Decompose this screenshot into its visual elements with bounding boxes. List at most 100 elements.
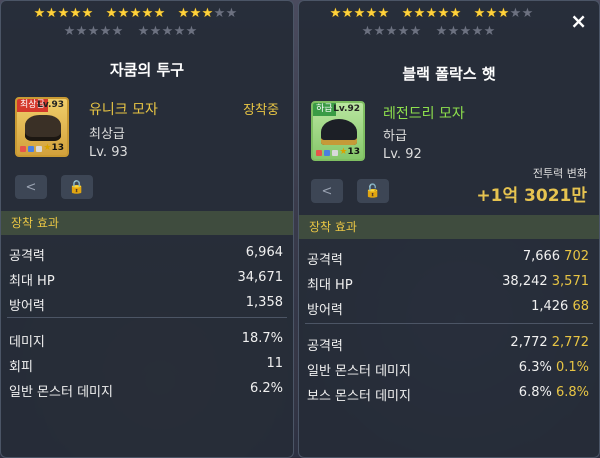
unlock-button[interactable]: 🔓: [357, 179, 389, 203]
star-row-bottom: ★ ★ ★ ★ ★ ★ ★ ★ ★ ★: [63, 24, 198, 39]
star-count-value: 13: [347, 147, 360, 157]
stat-name: 일반 몬스터 데미지: [307, 364, 411, 379]
stat-name: 최대 HP: [9, 274, 55, 289]
star-icon: ★: [401, 6, 414, 21]
star-icon: ★: [129, 6, 142, 21]
stat-name: 방어력: [9, 299, 45, 314]
combat-power-change: +1억 3021만: [476, 186, 587, 206]
unlock-icon: 🔓: [364, 183, 382, 199]
stat-name: 일반 몬스터 데미지: [9, 385, 113, 400]
item-rarity-name: 유니크 모자: [89, 102, 158, 118]
stat-row: 일반 몬스터 데미지 6.2%: [9, 381, 283, 403]
lock-icon: 🔒: [68, 179, 86, 195]
star-icon: ★: [111, 24, 124, 39]
stat-diff: 2,772: [547, 335, 589, 350]
item-icon-frame: 최상급 Lv.93 ★13: [15, 97, 69, 157]
stat-row: 최대 HP 38,242 3,571: [307, 274, 589, 296]
star-icon: ★: [485, 6, 498, 21]
stat-value: 7,666 702: [523, 249, 589, 264]
star-icon: ★: [365, 6, 378, 21]
stat-row: 방어력 1,358: [9, 295, 283, 317]
star-icon: ★: [117, 6, 130, 21]
star-icon: ★: [137, 24, 150, 39]
star-icon: ★: [483, 24, 496, 39]
star-icon: ★: [185, 24, 198, 39]
star-icon: ★: [149, 24, 162, 39]
share-icon: <: [25, 179, 37, 195]
star-gap: [123, 25, 137, 39]
stat-row: 최대 HP 34,671: [9, 270, 283, 292]
share-button[interactable]: <: [311, 179, 343, 203]
item-grade: 하급: [383, 129, 407, 144]
helmet-icon: [25, 115, 61, 141]
red-dot: [20, 146, 26, 152]
star-icon: ★: [81, 6, 94, 21]
star-icon: ★: [473, 6, 486, 21]
star-icon: ★: [161, 24, 174, 39]
share-button[interactable]: <: [15, 175, 47, 199]
equipped-status: 장착중: [243, 103, 279, 118]
star-icon: ★: [353, 6, 366, 21]
star-icon: ★: [425, 6, 438, 21]
item-rarity-name: 레전드리 모자: [383, 106, 465, 122]
stat-row: 공격력 2,772 2,772: [307, 335, 589, 357]
stat-row: 공격력 7,666 702: [307, 249, 589, 271]
star-row-bottom: ★ ★ ★ ★ ★ ★ ★ ★ ★ ★: [361, 24, 496, 39]
star-icon: ★: [57, 6, 70, 21]
star-icon: ★: [521, 6, 534, 21]
stat-total: 11: [266, 356, 283, 371]
hat-icon: [321, 119, 357, 145]
star-gap: [421, 25, 435, 39]
star-icon: ★: [397, 24, 410, 39]
item-level: Lv. 93: [89, 145, 128, 160]
stat-diff: 6.8%: [551, 385, 589, 400]
star-force-rating: ★ ★ ★ ★ ★ ★ ★ ★ ★ ★ ★ ★ ★ ★ ★ ★ ★ ★ ★ ★ ★ ★ ★ ★ ★: [1, 7, 293, 43]
stat-row: 보스 몬스터 데미지 6.8% 6.8%: [307, 385, 589, 407]
stat-value: 2,772 2,772: [510, 335, 589, 350]
star-icon: ★: [385, 24, 398, 39]
blue-dot: [324, 150, 330, 156]
stat-value: 6.8% 6.8%: [519, 385, 589, 400]
star-icon: ★: [213, 6, 226, 21]
item-dots: [316, 150, 338, 156]
stat-diff: 702: [560, 249, 589, 264]
star-icon: ★: [173, 24, 186, 39]
combat-power-label: 전투력 변화: [532, 167, 587, 180]
stat-total: 1,358: [245, 295, 283, 310]
item-title: 블랙 폴락스 햇: [402, 65, 496, 83]
star-count-value: 13: [51, 143, 64, 153]
star-icon: ★: [75, 24, 88, 39]
lock-button[interactable]: 🔒: [61, 175, 93, 199]
star-icon: ★: [177, 6, 190, 21]
stat-diff: 3,571: [547, 274, 589, 289]
star-row-top: ★ ★ ★ ★ ★ ★ ★ ★ ★ ★ ★ ★ ★ ★ ★: [33, 6, 238, 21]
star-icon: ★: [201, 6, 214, 21]
star-count: ★13: [43, 143, 64, 153]
star-icon: ★: [341, 6, 354, 21]
star-icon: ★: [141, 6, 154, 21]
equipped-item-tooltip: ★ ★ ★ ★ ★ ★ ★ ★ ★ ★ ★ ★ ★ ★ ★ ★ ★ ★ ★ ★ ★ ★ ★ ★ ★ 자쿰의 투구 최상급 Lv…: [0, 0, 294, 458]
white-dot: [332, 150, 338, 156]
stat-name: 보스 몬스터 데미지: [307, 389, 411, 404]
star-icon: ★: [87, 24, 100, 39]
item-dots: [20, 146, 42, 152]
stat-value: 6,964: [246, 245, 283, 260]
star-icon: ★: [329, 6, 342, 21]
star-gap: [165, 7, 177, 21]
stat-row: 일반 몬스터 데미지 6.3% 0.1%: [307, 360, 589, 382]
stat-row: 공격력 6,964: [9, 245, 283, 267]
close-button[interactable]: ×: [570, 9, 587, 33]
stat-name: 최대 HP: [307, 278, 353, 293]
star-icon: ★: [459, 24, 472, 39]
stat-divider: [305, 323, 593, 324]
stat-total: 6,964: [245, 245, 283, 260]
equip-effect-header: 장착 효과: [1, 211, 293, 235]
stat-row: 회피 11: [9, 356, 283, 378]
star-icon: ★: [509, 6, 522, 21]
stat-value: 18.7%: [242, 331, 283, 346]
star-icon: ★: [69, 6, 82, 21]
item-title: 자쿰의 투구: [109, 61, 185, 79]
stat-name: 데미지: [9, 335, 45, 350]
item-icon-frame: 하급 Lv.92 ★13: [311, 101, 365, 161]
star-count: ★13: [339, 147, 360, 157]
